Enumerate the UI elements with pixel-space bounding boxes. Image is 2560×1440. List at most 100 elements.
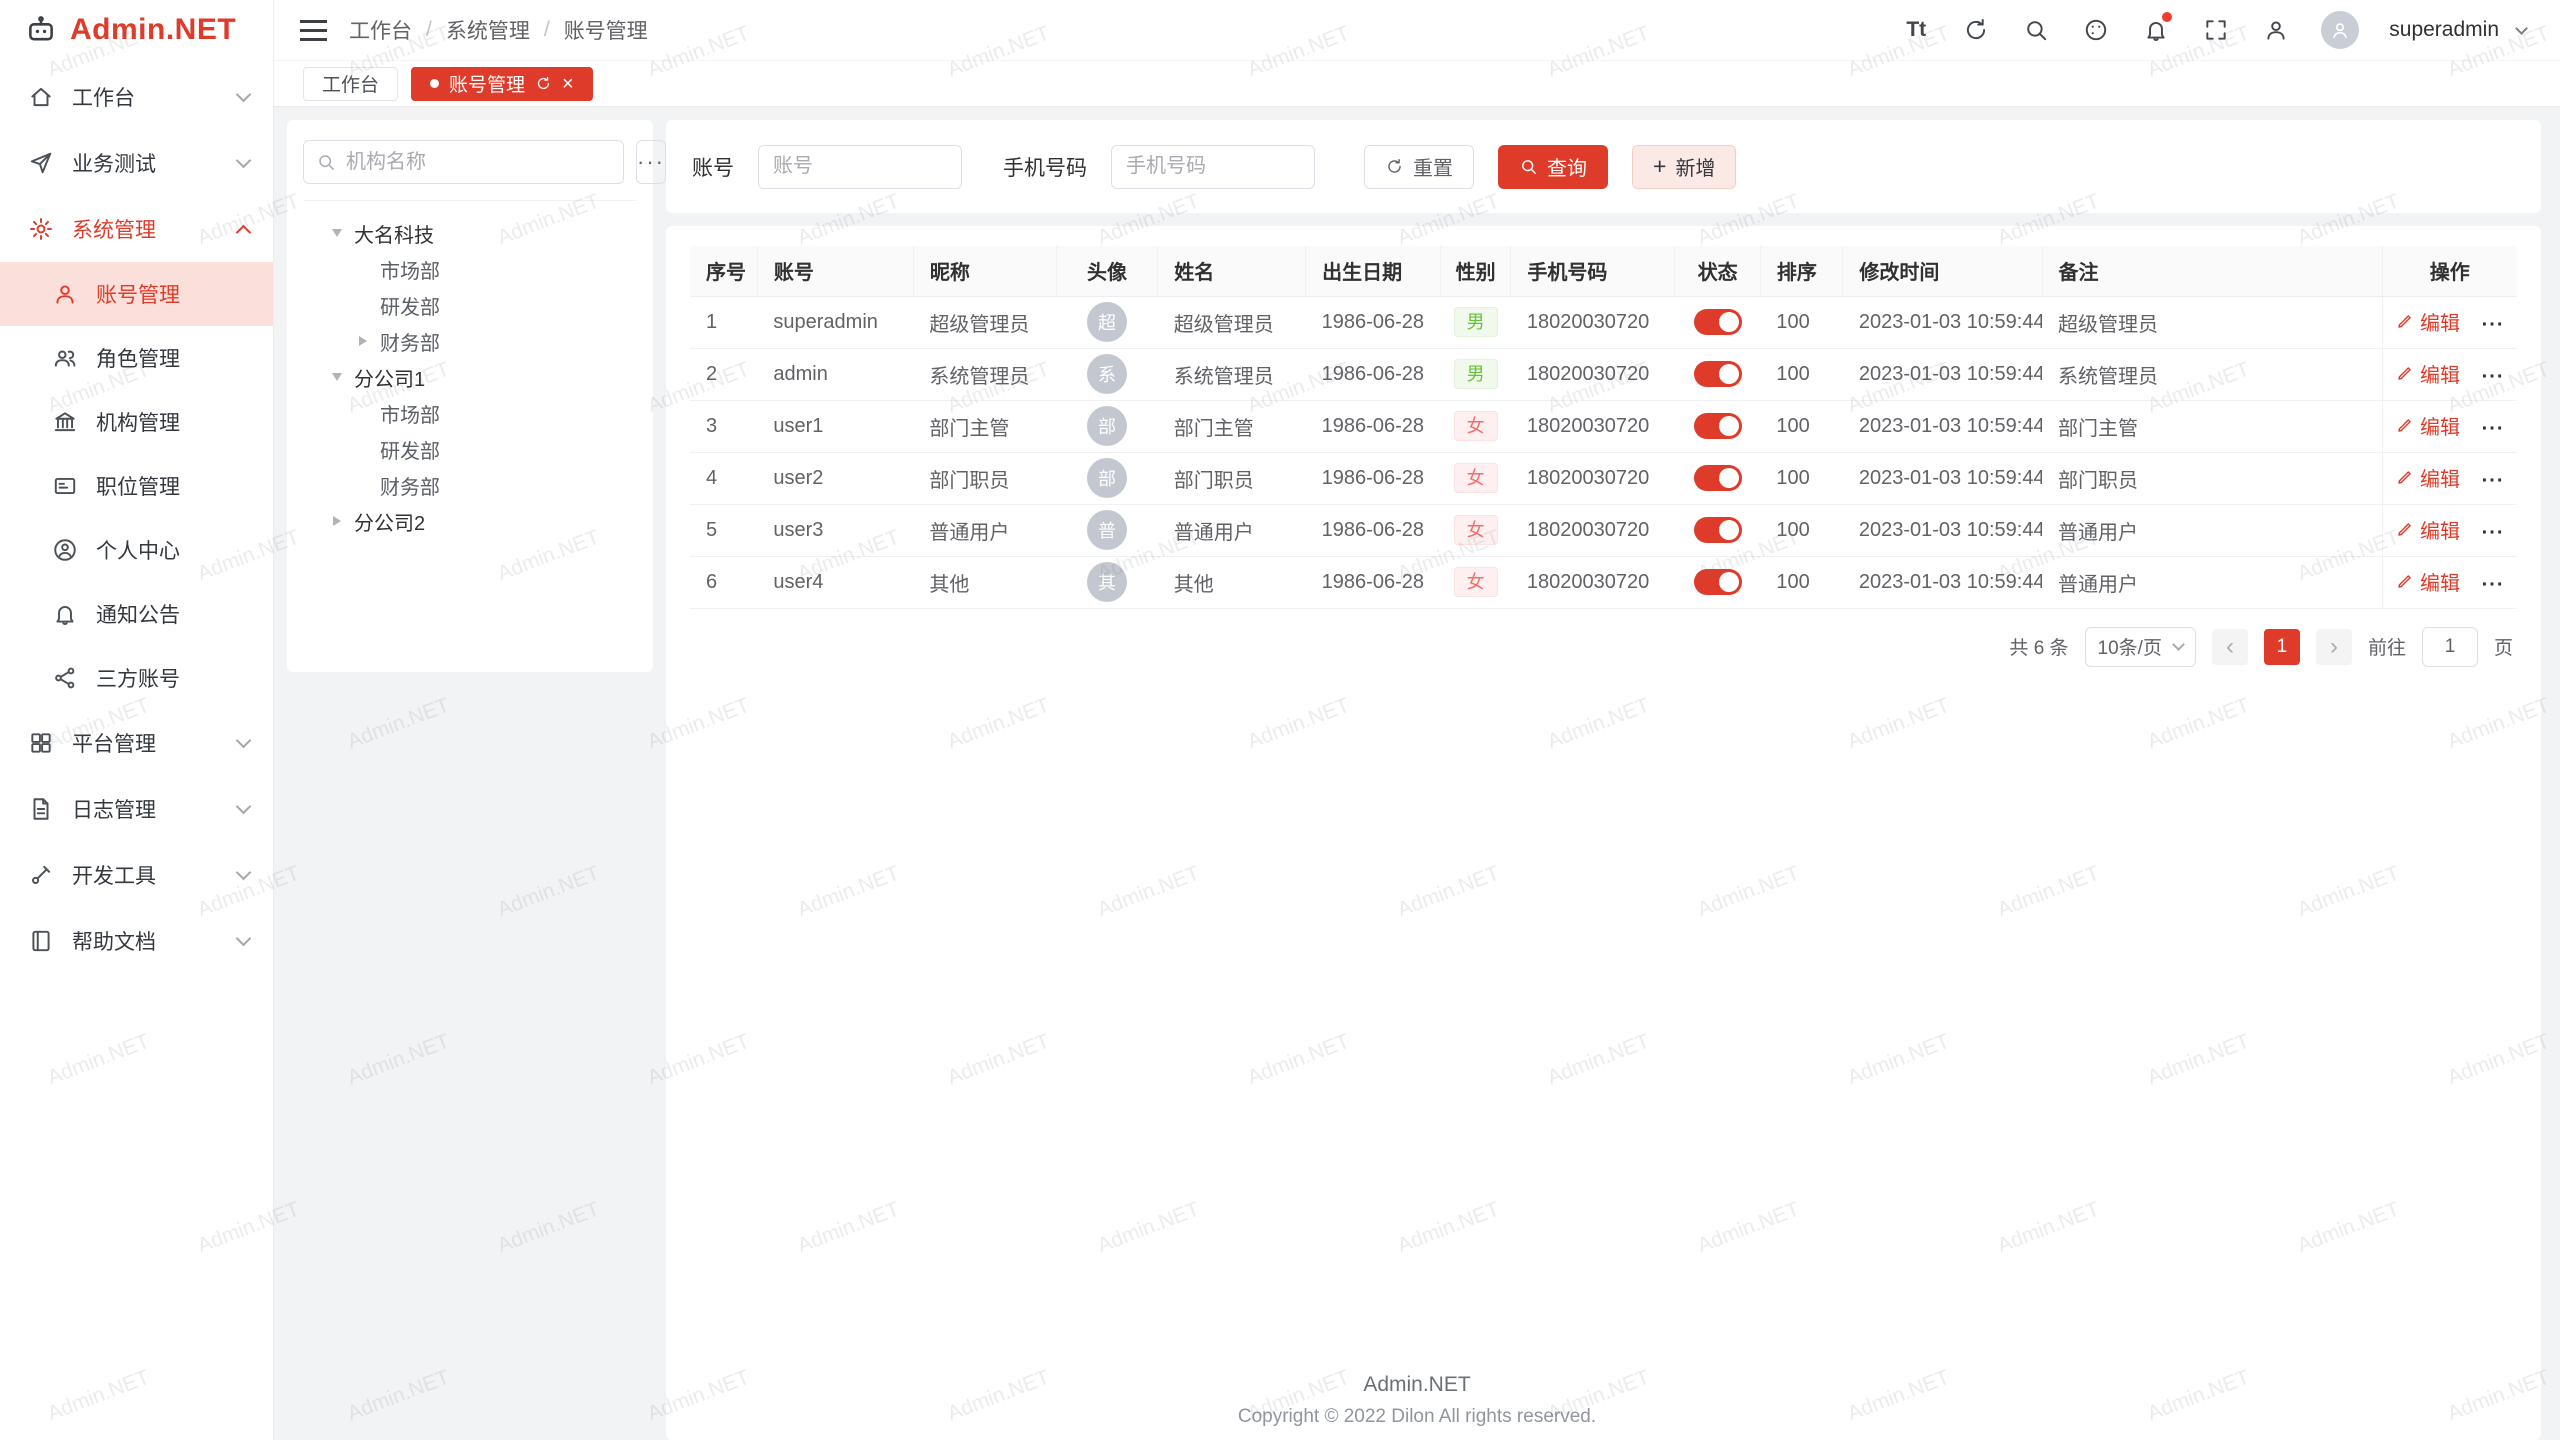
cell-index: 3	[690, 400, 757, 452]
sidebar-item-platform-management[interactable]: 平台管理	[0, 710, 273, 776]
brand-logo[interactable]: Admin.NET	[0, 0, 273, 60]
sidebar-item-system-management[interactable]: 系统管理	[0, 196, 273, 262]
sidebar-item-role-management[interactable]: 角色管理	[0, 326, 273, 390]
tree-expand-icon[interactable]	[327, 372, 347, 382]
edit-button[interactable]: 编辑	[2395, 411, 2460, 440]
phone-label: 手机号码	[1003, 152, 1087, 182]
current-page-button[interactable]: 1	[2264, 629, 2300, 665]
reset-button[interactable]: 重置	[1364, 145, 1474, 189]
font-size-icon[interactable]: Tt	[1901, 15, 1931, 45]
cell-name: 普通用户	[1158, 504, 1306, 556]
tree-expand-icon[interactable]	[327, 516, 347, 526]
hamburger-menu-icon[interactable]	[300, 20, 327, 41]
cell-actions: 编辑 ···	[2382, 504, 2517, 556]
sidebar-item-label: 帮助文档	[72, 926, 220, 956]
edit-button[interactable]: 编辑	[2395, 567, 2460, 596]
table-header-row: 序号 账号 昵称 头像 姓名 出生日期 性别 手机号码 状态 排序 修改时间	[690, 246, 2517, 296]
tree-node[interactable]: 财务部	[303, 323, 637, 359]
tree-node[interactable]: 市场部	[303, 251, 637, 287]
page-size-select[interactable]: 10条/页	[2085, 627, 2196, 667]
cell-remark: 普通用户	[2042, 556, 2382, 608]
tree-expand-icon[interactable]	[353, 336, 373, 346]
sidebar-item-notice[interactable]: 通知公告	[0, 582, 273, 646]
sidebar-item-org-management[interactable]: 机构管理	[0, 390, 273, 454]
edit-button[interactable]: 编辑	[2395, 359, 2460, 388]
sidebar-item-position-management[interactable]: 职位管理	[0, 454, 273, 518]
add-button[interactable]: + 新增	[1632, 145, 1736, 189]
prev-page-button[interactable]: ‹	[2212, 629, 2248, 665]
row-more-button[interactable]: ···	[2482, 574, 2505, 596]
sidebar-item-log-management[interactable]: 日志管理	[0, 776, 273, 842]
status-toggle[interactable]	[1694, 361, 1742, 387]
sidebar-item-workbench[interactable]: 工作台	[0, 64, 273, 130]
sidebar-item-account-management[interactable]: 账号管理	[0, 262, 273, 326]
col-header: 序号	[690, 246, 757, 296]
edit-button[interactable]: 编辑	[2395, 515, 2460, 544]
file-text-icon	[28, 796, 54, 822]
chevron-down-icon	[236, 152, 252, 168]
tree-node[interactable]: 分公司2	[303, 503, 637, 539]
sidebar-item-third-party-account[interactable]: 三方账号	[0, 646, 273, 710]
tab-account-management[interactable]: 账号管理 ×	[411, 67, 593, 101]
tab-workbench[interactable]: 工作台	[303, 67, 398, 101]
tree-node[interactable]: 研发部	[303, 431, 637, 467]
sidebar-item-business-test[interactable]: 业务测试	[0, 130, 273, 196]
status-toggle[interactable]	[1694, 309, 1742, 335]
breadcrumb-item[interactable]: 账号管理	[564, 15, 648, 45]
username[interactable]: superadmin	[2389, 18, 2499, 42]
row-more-button[interactable]: ···	[2482, 522, 2505, 544]
row-more-button[interactable]: ···	[2482, 418, 2505, 440]
refresh-icon[interactable]	[535, 75, 552, 92]
status-toggle[interactable]	[1694, 413, 1742, 439]
status-toggle[interactable]	[1694, 517, 1742, 543]
col-header: 出生日期	[1306, 246, 1441, 296]
active-dot-icon	[430, 79, 439, 88]
sidebar-item-personal-center[interactable]: 个人中心	[0, 518, 273, 582]
status-toggle[interactable]	[1694, 465, 1742, 491]
row-more-button[interactable]: ···	[2482, 366, 2505, 388]
tree-more-button[interactable]: ···	[636, 140, 666, 184]
sidebar-item-label: 角色管理	[96, 343, 249, 373]
sidebar-item-dev-tools[interactable]: 开发工具	[0, 842, 273, 908]
cell-account: user4	[757, 556, 913, 608]
account-label: 账号	[692, 152, 734, 182]
tree-node[interactable]: 财务部	[303, 467, 637, 503]
cell-name: 超级管理员	[1158, 296, 1306, 348]
theme-icon[interactable]	[2081, 15, 2111, 45]
fullscreen-icon[interactable]	[2201, 15, 2231, 45]
next-page-button[interactable]: ›	[2316, 629, 2352, 665]
gender-badge: 女	[1454, 567, 1498, 597]
search-button[interactable]: 查询	[1498, 145, 1608, 189]
tree-node[interactable]: 大名科技	[303, 215, 637, 251]
home-icon	[28, 84, 54, 110]
share-icon	[52, 665, 78, 691]
tree-node[interactable]: 研发部	[303, 287, 637, 323]
breadcrumb-item[interactable]: 系统管理	[446, 15, 530, 45]
edit-button[interactable]: 编辑	[2395, 463, 2460, 492]
phone-input[interactable]	[1111, 145, 1315, 189]
org-search-input[interactable]	[346, 151, 611, 174]
table-row: 3 user1 部门主管 部 部门主管 1986-06-28 女 1802003…	[690, 400, 2517, 452]
pagination-total: 共 6 条	[2009, 633, 2068, 660]
edit-pencil-icon	[2395, 312, 2414, 331]
cell-index: 4	[690, 452, 757, 504]
profile-icon[interactable]	[2261, 15, 2291, 45]
tree-node[interactable]: 分公司1	[303, 359, 637, 395]
status-toggle[interactable]	[1694, 569, 1742, 595]
account-input[interactable]	[758, 145, 962, 189]
row-more-button[interactable]: ···	[2482, 470, 2505, 492]
search-icon[interactable]	[2021, 15, 2051, 45]
close-icon[interactable]: ×	[562, 74, 574, 94]
breadcrumb-item[interactable]: 工作台	[349, 15, 412, 45]
reload-icon[interactable]	[1961, 15, 1991, 45]
org-search-field[interactable]	[303, 140, 624, 184]
tree-expand-icon[interactable]	[327, 228, 347, 238]
sidebar-item-help-docs[interactable]: 帮助文档	[0, 908, 273, 974]
goto-page-input[interactable]	[2422, 627, 2478, 667]
chevron-down-icon[interactable]	[2515, 22, 2528, 35]
tree-node[interactable]: 市场部	[303, 395, 637, 431]
notification-bell-icon[interactable]	[2141, 15, 2171, 45]
user-avatar[interactable]	[2321, 11, 2359, 49]
row-more-button[interactable]: ···	[2482, 314, 2505, 336]
edit-button[interactable]: 编辑	[2395, 307, 2460, 336]
